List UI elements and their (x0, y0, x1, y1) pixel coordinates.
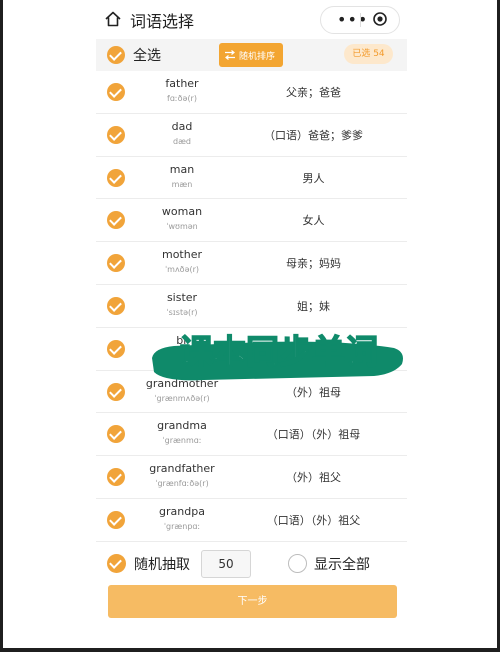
more-menu-button[interactable]: ••• (337, 10, 368, 29)
word-checkbox[interactable] (107, 468, 125, 487)
word-chinese: 女人 (302, 214, 325, 228)
word-phonetic: ˈgrænmɑː (162, 436, 202, 446)
word-chinese: （口语）（外）祖父 (266, 513, 361, 527)
shuffle-button[interactable]: 随机排序 (219, 43, 283, 67)
word-phonetic: mæn (171, 179, 193, 189)
word-phonetic: dæd (172, 136, 191, 146)
word-row[interactable]: mother ˈmʌðə(r) 母亲；妈妈 (96, 242, 407, 285)
word-row[interactable]: woman ˈwʊmən 女人 (96, 199, 407, 243)
frame-border-left (0, 0, 3, 652)
home-icon[interactable] (104, 10, 122, 28)
word-row[interactable]: grandfather ˈgrænfɑːðə(r) （外）祖父 (96, 456, 407, 499)
word-checkbox[interactable] (107, 510, 125, 529)
word-checkbox[interactable] (107, 425, 125, 444)
word-checkbox[interactable] (107, 296, 125, 315)
top-bar: 词语选择 ••• (0, 0, 500, 38)
bottom-controls: 随机抽取 50 显示全部 (96, 546, 407, 580)
word-english: father (165, 77, 199, 90)
page-title: 词语选择 (130, 12, 195, 31)
word-phonetic: fɑːðə(r) (167, 94, 197, 103)
word-checkbox[interactable] (107, 83, 125, 101)
word-checkbox[interactable] (107, 254, 125, 273)
word-list: father fɑːðə(r) 父亲；爸爸 dad dæd （口语）爸爸；爹爹 man mæn… (96, 71, 407, 542)
word-english: grandpa (159, 504, 205, 518)
word-checkbox[interactable] (107, 211, 125, 230)
select-toolbar: 全选 随机排序 已选 54 (96, 39, 407, 71)
shuffle-icon (225, 50, 235, 60)
next-step-button[interactable]: 下一步 (108, 585, 397, 618)
shuffle-button-label: 随机排序 (239, 52, 276, 62)
word-english: dad (171, 119, 193, 133)
word-phonetic: ˈgrænpɑː (163, 521, 201, 531)
random-pick-checkbox[interactable] (107, 554, 126, 573)
watermark-text: 课本同步单词 (180, 332, 378, 371)
close-miniapp-icon[interactable] (373, 12, 387, 26)
random-pick-label[interactable]: 随机抽取 (134, 554, 190, 574)
select-all-label[interactable]: 全选 (133, 45, 161, 65)
word-chinese: （口语）爸爸；爹爹 (264, 128, 363, 142)
word-chinese: 男人 (302, 171, 325, 185)
word-english: mother (161, 248, 203, 262)
word-english: grandfather (149, 462, 215, 476)
word-checkbox[interactable] (107, 168, 125, 187)
miniapp-capsule: ••• (320, 6, 400, 34)
word-row[interactable]: grandma ˈgrænmɑː （口语）（外）祖母 (96, 413, 407, 457)
word-checkbox[interactable] (107, 339, 125, 358)
word-chinese: （口语）（外）祖母 (266, 428, 361, 442)
word-checkbox[interactable] (107, 125, 125, 144)
word-row[interactable]: man mæn 男人 (96, 157, 407, 200)
selected-count-badge: 已选 54 (344, 44, 393, 64)
word-phonetic: ˈsɪstə(r) (166, 307, 198, 317)
word-english: woman (161, 205, 203, 219)
capsule-divider (360, 13, 361, 27)
word-chinese: 父亲；爸爸 (286, 86, 341, 99)
frame-border-bottom (0, 648, 500, 652)
word-chinese: （外）祖父 (286, 471, 341, 485)
pick-count-input[interactable]: 50 (201, 550, 251, 578)
word-english: grandma (157, 419, 207, 433)
word-row[interactable]: grandpa ˈgrænpɑː （口语）（外）祖父 (96, 499, 407, 542)
word-row[interactable]: dad dæd （口语）爸爸；爹爹 (96, 114, 407, 157)
word-chinese: 姐；妹 (297, 299, 330, 313)
word-phonetic: ˈwʊmən (166, 222, 198, 232)
word-row[interactable]: father fɑːðə(r) 父亲；爸爸 (96, 71, 407, 114)
select-all-checkbox[interactable] (107, 46, 125, 64)
word-english: sister (166, 290, 198, 304)
word-phonetic: ˈgrænfɑːðə(r) (155, 479, 209, 489)
word-chinese: 母亲；妈妈 (286, 257, 341, 271)
show-all-label[interactable]: 显示全部 (314, 554, 370, 574)
word-phonetic: ˈmʌðə(r) (164, 265, 200, 275)
show-all-radio[interactable] (288, 554, 307, 573)
word-english: man (169, 162, 195, 176)
word-checkbox[interactable] (107, 382, 125, 401)
watermark-sticker: 课本同步单词 (152, 331, 403, 381)
